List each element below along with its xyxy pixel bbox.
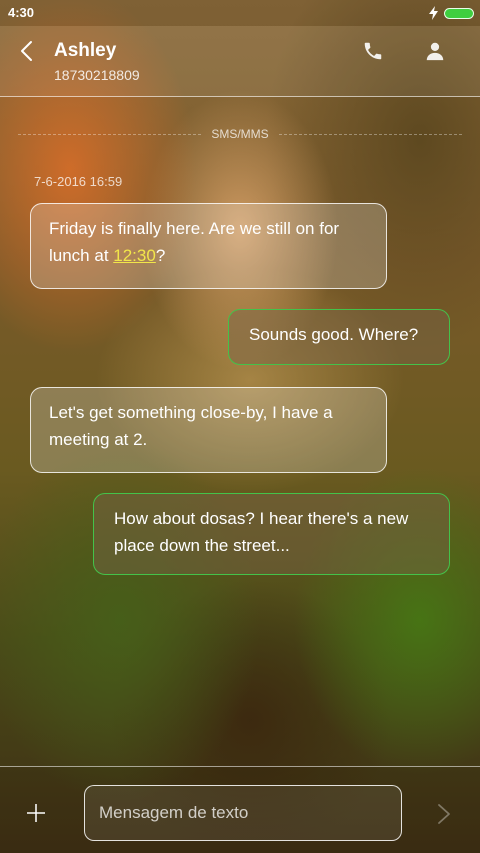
message-text: Sounds good. Where? [249, 325, 419, 344]
status-time: 4:30 [8, 5, 35, 20]
add-attachment-icon[interactable] [26, 803, 46, 823]
composer-bar [0, 766, 480, 853]
message-timestamp: 7-6-2016 16:59 [34, 174, 123, 189]
status-bar: 4:30 [0, 0, 480, 26]
status-indicators [429, 6, 474, 20]
charging-bolt-icon [429, 6, 438, 20]
incoming-message-bubble[interactable]: Let's get something close-by, I have a m… [30, 387, 387, 473]
conversation-header: Ashley 18730218809 [0, 26, 480, 97]
message-text: Let's get something close-by, I have a m… [49, 403, 333, 449]
channel-divider: SMS/MMS [18, 124, 462, 144]
divider-line-left [18, 133, 202, 135]
battery-icon [444, 7, 474, 19]
send-icon[interactable] [436, 803, 452, 825]
message-text-end: ? [155, 246, 166, 265]
outgoing-message-bubble[interactable]: Sounds good. Where? [228, 309, 450, 365]
message-text: Friday is finally here. Are we still on … [49, 219, 340, 265]
divider-line-right [278, 133, 462, 135]
phone-icon[interactable] [362, 40, 384, 62]
incoming-message-bubble[interactable]: Friday is finally here. Are we still on … [30, 203, 387, 289]
contact-name: Ashley [54, 40, 117, 61]
message-text: How about dosas? I hear there's a new pl… [114, 509, 409, 555]
channel-label: SMS/MMS [211, 127, 269, 141]
outgoing-message-bubble[interactable]: How about dosas? I hear there's a new pl… [93, 493, 450, 575]
message-input[interactable] [84, 785, 402, 841]
contact-profile-icon[interactable] [424, 40, 446, 62]
time-link[interactable]: 12:30 [113, 246, 156, 265]
contact-number: 18730218809 [54, 67, 140, 83]
back-icon[interactable] [16, 40, 38, 62]
